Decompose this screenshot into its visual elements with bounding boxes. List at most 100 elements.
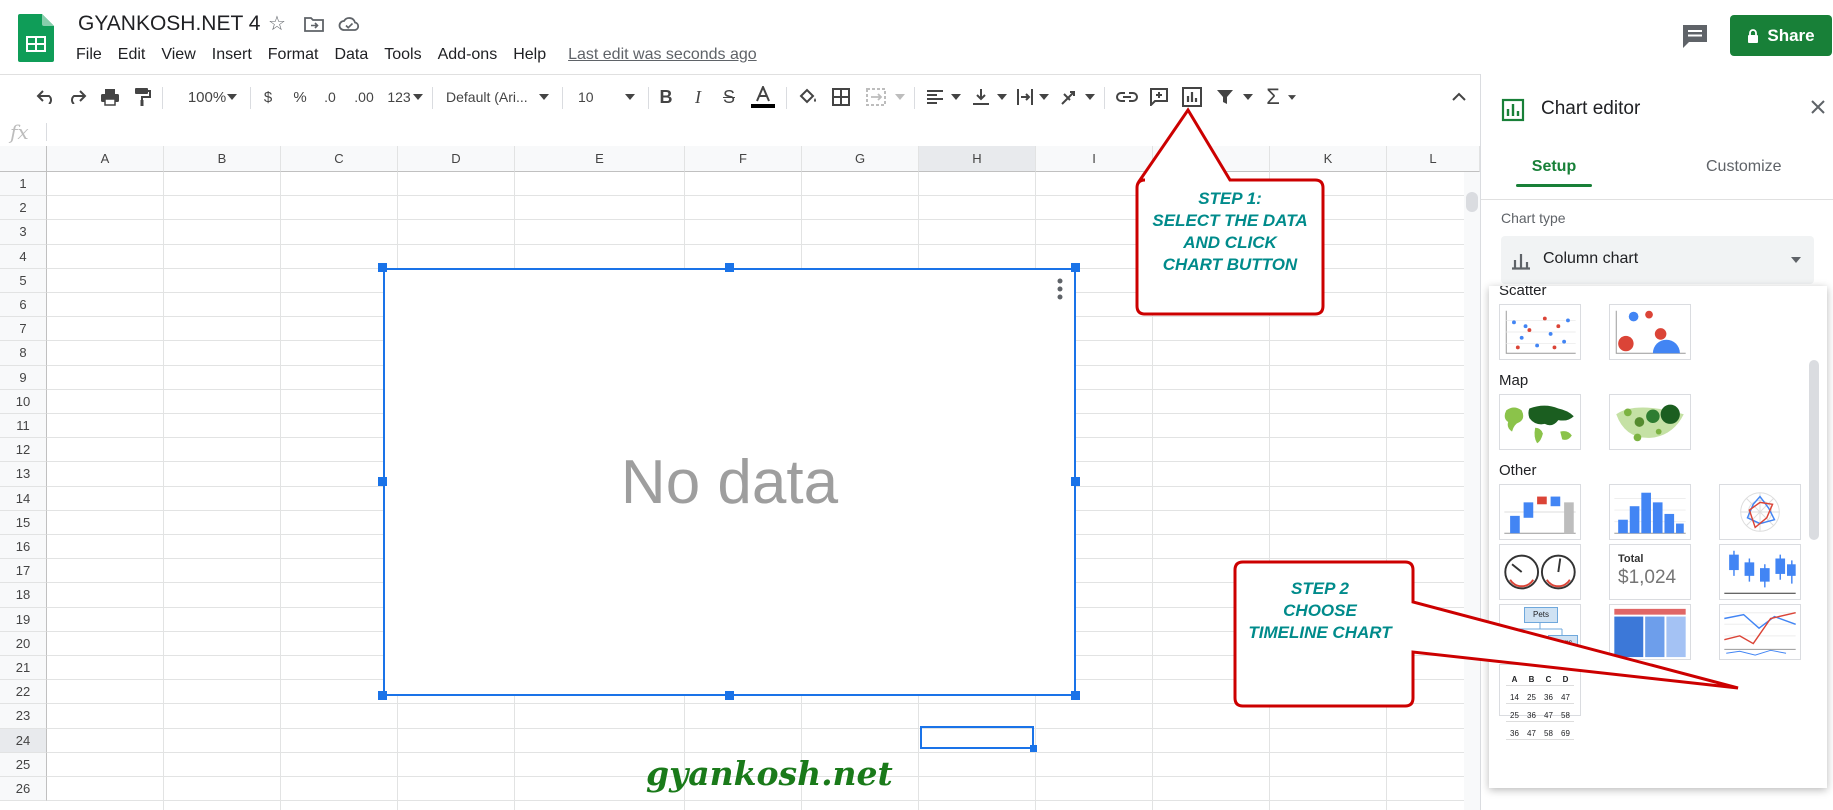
text-color-icon[interactable] — [750, 85, 776, 109]
column-header-j[interactable]: J — [1153, 146, 1270, 172]
bubble-chart-option[interactable] — [1609, 304, 1691, 360]
paint-format-icon[interactable] — [130, 85, 154, 109]
row-header-12[interactable]: 12 — [0, 438, 47, 463]
row-header-22[interactable]: 22 — [0, 680, 47, 705]
horizontal-align-icon[interactable] — [924, 85, 946, 109]
comments-icon[interactable] — [1680, 22, 1710, 50]
select-all-corner[interactable] — [0, 146, 47, 172]
row-header-21[interactable]: 21 — [0, 656, 47, 681]
column-header-c[interactable]: C — [281, 146, 398, 172]
strikethrough-icon[interactable]: S — [718, 85, 740, 109]
menu-insert[interactable]: Insert — [204, 46, 260, 64]
filter-caret-icon[interactable] — [1242, 85, 1254, 109]
menu-addons[interactable]: Add-ons — [430, 46, 506, 64]
row-header-16[interactable]: 16 — [0, 535, 47, 560]
row-header-19[interactable]: 19 — [0, 607, 47, 632]
menu-view[interactable]: View — [153, 46, 203, 64]
geo-bubble-chart-option[interactable] — [1609, 394, 1691, 450]
row-header-17[interactable]: 17 — [0, 559, 47, 584]
column-header-g[interactable]: G — [802, 146, 919, 172]
row-header-10[interactable]: 10 — [0, 389, 47, 414]
fill-handle[interactable] — [1030, 745, 1037, 752]
valign-caret-icon[interactable] — [996, 85, 1008, 109]
row-header-13[interactable]: 13 — [0, 462, 47, 487]
text-wrapping-icon[interactable] — [1014, 85, 1036, 109]
last-edit-link[interactable]: Last edit was seconds ago — [568, 46, 757, 64]
print-icon[interactable] — [98, 85, 122, 109]
filter-icon[interactable] — [1214, 85, 1236, 109]
chart-more-options-icon[interactable] — [1056, 278, 1064, 300]
row-header-1[interactable]: 1 — [0, 172, 47, 197]
row-header-23[interactable]: 23 — [0, 704, 47, 729]
move-folder-icon[interactable] — [304, 15, 324, 33]
fill-color-icon[interactable] — [796, 85, 820, 109]
resize-handle-left[interactable] — [378, 477, 387, 486]
collapse-toolbar-icon[interactable] — [1448, 85, 1470, 109]
more-formats-caret-icon[interactable] — [412, 85, 424, 109]
halign-caret-icon[interactable] — [950, 85, 962, 109]
scatter-chart-option[interactable] — [1499, 304, 1581, 360]
waterfall-chart-option[interactable] — [1499, 484, 1581, 540]
resize-handle-bottom-left[interactable] — [378, 691, 387, 700]
resize-handle-right[interactable] — [1071, 477, 1080, 486]
share-button[interactable]: Share — [1730, 15, 1832, 56]
row-header-20[interactable]: 20 — [0, 631, 47, 656]
row-header-24[interactable]: 24 — [0, 728, 47, 753]
rotation-caret-icon[interactable] — [1084, 85, 1096, 109]
increase-decimal-button[interactable]: .00 — [350, 85, 378, 109]
borders-icon[interactable] — [830, 85, 852, 109]
candlestick-chart-option[interactable] — [1719, 544, 1801, 600]
functions-caret-icon[interactable] — [1286, 85, 1298, 109]
percent-format-button[interactable]: % — [290, 85, 310, 109]
insert-chart-icon[interactable] — [1180, 85, 1204, 109]
menu-file[interactable]: File — [68, 46, 110, 64]
column-header-e[interactable]: E — [515, 146, 685, 172]
more-formats-button[interactable]: 123 — [382, 85, 416, 109]
sheets-logo-icon[interactable] — [18, 14, 54, 62]
timeline-chart-option[interactable] — [1719, 604, 1801, 660]
resize-handle-top-left[interactable] — [378, 263, 387, 272]
resize-handle-bottom-right[interactable] — [1071, 691, 1080, 700]
grid-scroll-thumb[interactable] — [1466, 192, 1478, 212]
row-header-9[interactable]: 9 — [0, 365, 47, 390]
insert-link-icon[interactable] — [1114, 85, 1140, 109]
tab-setup[interactable]: Setup — [1521, 158, 1587, 176]
row-header-2[interactable]: 2 — [0, 196, 47, 221]
histogram-chart-option[interactable] — [1609, 484, 1691, 540]
cloud-saved-icon[interactable] — [338, 15, 360, 33]
decrease-decimal-button[interactable]: .0 — [318, 85, 342, 109]
column-header-d[interactable]: D — [398, 146, 515, 172]
merge-caret-icon[interactable] — [894, 85, 906, 109]
scorecard-chart-option[interactable]: Total $1,024 — [1609, 544, 1691, 600]
column-header-i[interactable]: I — [1036, 146, 1153, 172]
grid-vertical-scrollbar[interactable] — [1464, 172, 1480, 810]
active-cell-h24[interactable] — [920, 726, 1034, 749]
row-header-4[interactable]: 4 — [0, 244, 47, 269]
column-header-a[interactable]: A — [47, 146, 164, 172]
font-size-caret-icon[interactable] — [624, 85, 636, 109]
chart-type-gallery[interactable]: Scatter Map Other Total $1,024 Pets Cats… — [1489, 286, 1827, 788]
row-header-5[interactable]: 5 — [0, 268, 47, 293]
chart-type-select[interactable]: Column chart — [1501, 236, 1814, 284]
wrap-caret-icon[interactable] — [1038, 85, 1050, 109]
formula-bar[interactable]: fx — [0, 118, 1480, 147]
currency-format-button[interactable]: $ — [258, 85, 278, 109]
row-header-8[interactable]: 8 — [0, 341, 47, 366]
star-icon[interactable]: ☆ — [268, 13, 286, 35]
merge-cells-icon[interactable] — [864, 85, 888, 109]
gallery-scroll-thumb[interactable] — [1809, 360, 1819, 540]
bold-icon[interactable]: B — [656, 85, 676, 109]
menu-tools[interactable]: Tools — [376, 46, 429, 64]
menu-data[interactable]: Data — [326, 46, 376, 64]
italic-icon[interactable]: I — [688, 85, 708, 109]
insert-comment-icon[interactable] — [1148, 85, 1170, 109]
row-header-26[interactable]: 26 — [0, 777, 47, 802]
resize-handle-top[interactable] — [725, 263, 734, 272]
menu-format[interactable]: Format — [260, 46, 327, 64]
vertical-align-icon[interactable] — [970, 85, 992, 109]
column-header-f[interactable]: F — [685, 146, 802, 172]
tab-customize[interactable]: Customize — [1706, 158, 1782, 176]
functions-icon[interactable]: Σ — [1262, 84, 1284, 109]
treemap-chart-option[interactable] — [1609, 604, 1691, 660]
menu-edit[interactable]: Edit — [110, 46, 154, 64]
